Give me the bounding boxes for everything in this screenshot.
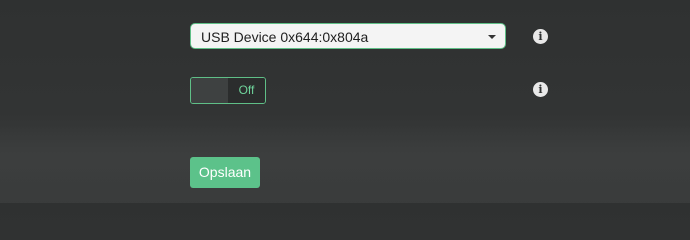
toggle-switch[interactable]: Off: [190, 77, 266, 104]
toggle-knob: [191, 78, 228, 103]
info-circle-icon[interactable]: i: [533, 29, 548, 44]
device-select-value: USB Device 0x644:0x804a: [201, 29, 369, 45]
toggle-state-label: Off: [228, 78, 265, 103]
info-glyph: i: [538, 83, 543, 96]
info-circle-icon[interactable]: i: [533, 82, 548, 97]
info-glyph: i: [538, 30, 543, 43]
device-select[interactable]: USB Device 0x644:0x804a: [190, 23, 506, 49]
background-shade: [0, 125, 690, 203]
caret-down-icon: [488, 35, 496, 39]
save-button[interactable]: Opslaan: [190, 157, 260, 188]
